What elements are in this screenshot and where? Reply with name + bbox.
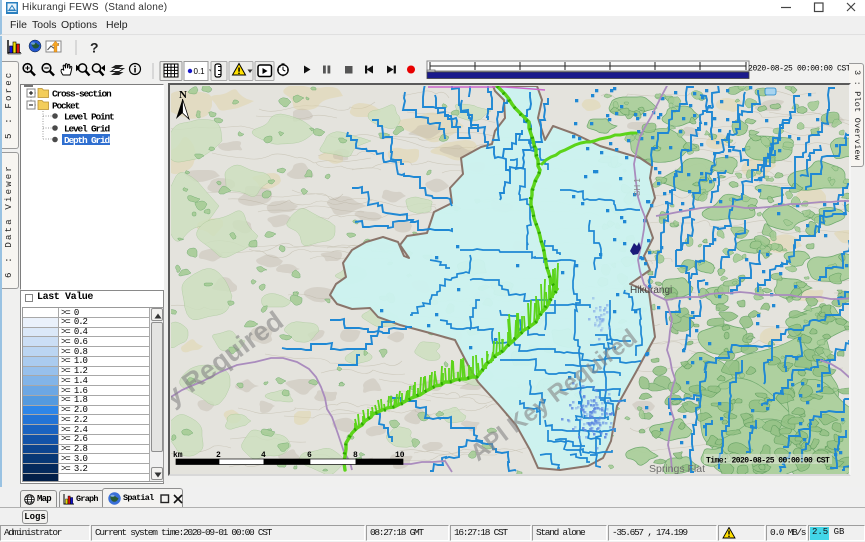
svg-text:8: 8 xyxy=(353,451,358,460)
svg-text:6: 6 xyxy=(307,451,312,460)
svg-text:Time: 2020-08-25 00:00:00 CST: Time: 2020-08-25 00:00:00 CST xyxy=(706,457,830,466)
svg-text:Cross-section: Cross-section xyxy=(52,89,112,100)
svg-text:10: 10 xyxy=(395,451,405,460)
svg-text:Pocket: Pocket xyxy=(52,101,80,112)
svg-text:Springs Flat: Springs Flat xyxy=(649,463,705,474)
svg-text:Level Point: Level Point xyxy=(64,112,114,123)
svg-text:Hikurangi: Hikurangi xyxy=(630,285,672,296)
svg-text:4: 4 xyxy=(261,451,266,460)
svg-text:2: 2 xyxy=(216,451,221,460)
svg-text:N: N xyxy=(179,89,187,101)
svg-text:2020-08-25 00:00:00 CST: 2020-08-25 00:00:00 CST xyxy=(748,65,851,74)
svg-text:km: km xyxy=(173,451,183,460)
svg-text:?: ? xyxy=(90,40,99,56)
svg-text:Level Grid: Level Grid xyxy=(64,124,111,135)
svg-text:Depth Grid: Depth Grid xyxy=(64,135,111,146)
svg-text:0.1: 0.1 xyxy=(194,67,206,76)
svg-text:SH 1: SH 1 xyxy=(633,178,642,196)
